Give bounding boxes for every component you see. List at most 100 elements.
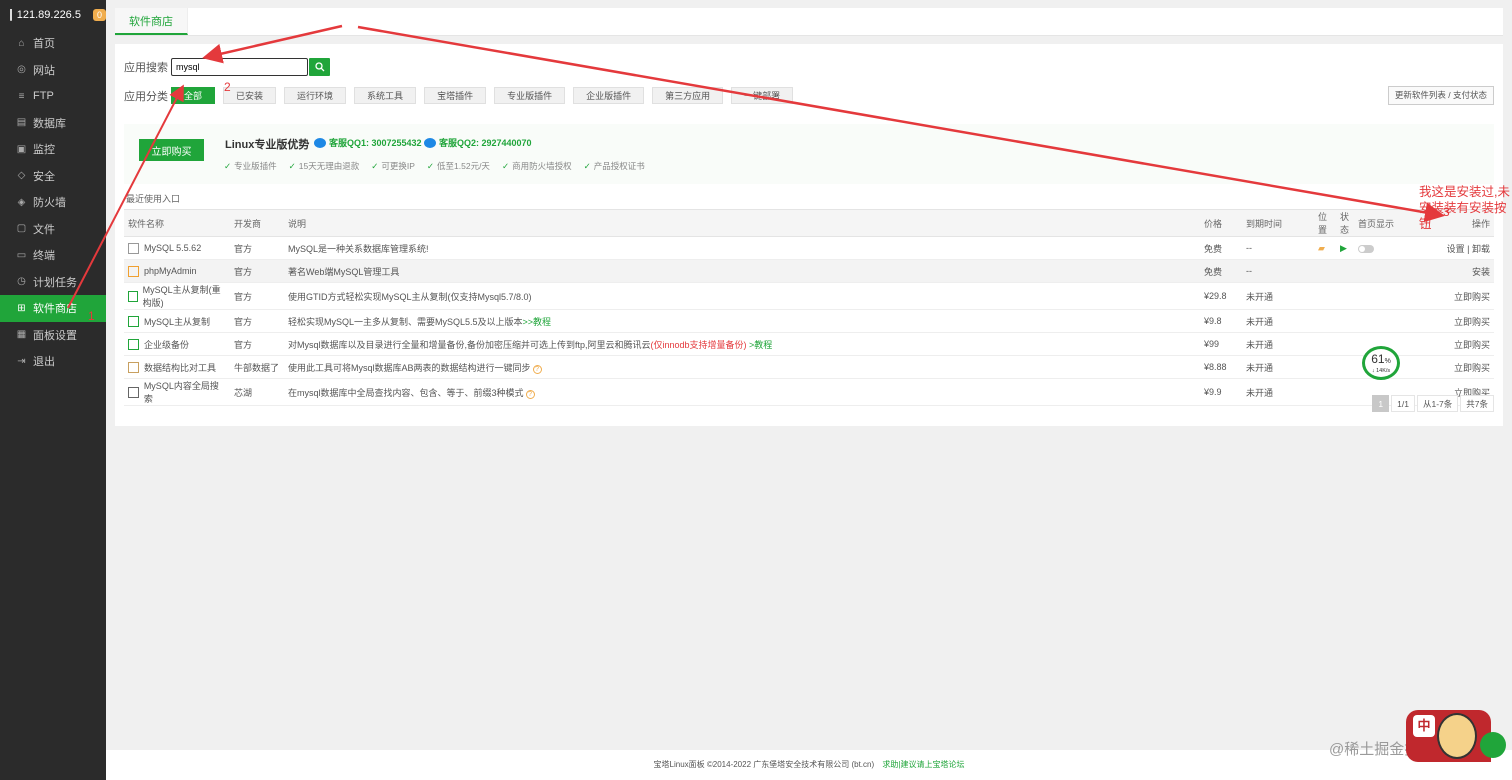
- sidebar-item-label: 防火墙: [33, 197, 66, 210]
- sidebar-item-label: 文件: [33, 223, 55, 236]
- sidebar-item-9[interactable]: ◷ 计划任务: [0, 269, 106, 296]
- row-name[interactable]: MySQL内容全局搜索: [144, 379, 226, 405]
- category-button[interactable]: 第三方应用: [652, 87, 724, 104]
- row-status: [1336, 259, 1354, 283]
- row-name[interactable]: phpMyAdmin: [144, 266, 197, 276]
- promo-banner: 立即购买 Linux专业版优势 客服QQ1: 3007255432 客服QQ2:…: [124, 124, 1494, 184]
- sidebar-item-1[interactable]: ◎ 网站: [0, 57, 106, 84]
- row-operation[interactable]: 安装: [1414, 259, 1494, 283]
- sidebar-item-7[interactable]: ▢ 文件: [0, 216, 106, 243]
- row-dev: 芯湖: [230, 378, 284, 406]
- sidebar-item-label: 退出: [33, 356, 55, 369]
- footer-copyright: 宝塔Linux面板 ©2014-2022 广东堡塔安全技术有限公司 (bt.cn…: [653, 760, 875, 769]
- server-ip: 121.89.226.5: [16, 9, 81, 21]
- row-status: [1336, 309, 1354, 333]
- perk-item: 低至1.52元/天: [427, 160, 490, 172]
- row-desc-cell: 使用GTID方式轻松实现MySQL主从复制(仅支持Mysql5.7/8.0): [284, 282, 1200, 310]
- row-price: ¥8.88: [1200, 355, 1242, 379]
- category-button[interactable]: 专业版插件: [494, 87, 566, 104]
- pagination: 1 1/1 从1-7条 共7条: [1370, 395, 1494, 412]
- tutorial-link[interactable]: >教程: [747, 340, 772, 350]
- sidebar-item-6[interactable]: ◈ 防火墙: [0, 189, 106, 216]
- row-desc: 使用GTID方式轻松实现MySQL主从复制(仅支持Mysql5.7/8.0): [288, 291, 532, 302]
- tab-software-store[interactable]: 软件商店: [115, 8, 188, 35]
- row-operation[interactable]: 立即购买: [1414, 332, 1494, 356]
- table-row: phpMyAdmin 官方 著名Web端MySQL管理工具 免费 -- 安装: [124, 259, 1494, 283]
- home-display-toggle[interactable]: [1358, 244, 1374, 253]
- category-button[interactable]: 已安装: [223, 87, 277, 104]
- buy-now-button[interactable]: 立即购买: [139, 139, 204, 161]
- qq2-text: 客服QQ2: 2927440070: [439, 138, 532, 148]
- sidebar-item-5[interactable]: ◇ 安全: [0, 163, 106, 190]
- help-icon[interactable]: ?: [525, 389, 535, 399]
- col-home: 首页显示: [1354, 209, 1414, 237]
- sidebar-item-8[interactable]: ▭ 终端: [0, 242, 106, 269]
- software-icon: [128, 386, 139, 398]
- row-desc: 使用此工具可将Mysql数据库AB两表的数据结构进行一键同步: [288, 362, 531, 373]
- category-button[interactable]: 全部: [171, 87, 216, 104]
- search-button[interactable]: [309, 58, 330, 76]
- network-gauge[interactable]: 61% ↓ 14K/s: [1362, 346, 1400, 380]
- gauge-unit: %: [1384, 357, 1391, 365]
- row-expire: 未开通: [1242, 378, 1314, 406]
- avatar-icon: [1437, 713, 1477, 759]
- folder-icon[interactable]: ▰: [1318, 243, 1325, 253]
- sidebar-item-label: 软件商店: [33, 303, 77, 316]
- row-price: 免费: [1200, 236, 1242, 260]
- row-name[interactable]: 企业级备份: [144, 338, 189, 351]
- footer-forum-link[interactable]: 求助|建议请上宝塔论坛: [882, 760, 964, 769]
- page-count: 共7条: [1460, 395, 1494, 412]
- qq-icon: [424, 137, 436, 148]
- tutorial-link[interactable]: >>教程: [523, 317, 552, 327]
- software-icon: [128, 290, 138, 302]
- ime-widget[interactable]: 中: [1406, 710, 1491, 762]
- update-list-button[interactable]: 更新软件列表 / 支付状态: [1387, 86, 1494, 105]
- sidebar-item-2[interactable]: ≡ FTP: [0, 83, 106, 110]
- row-expire: 未开通: [1242, 309, 1314, 333]
- ime-chinese-icon[interactable]: 中: [1413, 715, 1435, 737]
- gauge-percent: 61%: [1371, 353, 1391, 368]
- table-row: 企业级备份 官方 对Mysql数据库以及目录进行全量和增量备份,备份加密压缩并可…: [124, 332, 1494, 356]
- row-operation[interactable]: 立即购买: [1414, 355, 1494, 379]
- row-name[interactable]: MySQL 5.5.62: [144, 243, 201, 253]
- category-button[interactable]: 一键部署: [731, 87, 794, 104]
- category-button[interactable]: 宝塔插件: [424, 87, 487, 104]
- category-button[interactable]: 系统工具: [354, 87, 417, 104]
- qq1-link[interactable]: 客服QQ1: 3007255432: [314, 136, 422, 149]
- row-operation[interactable]: 设置 | 卸载: [1414, 236, 1494, 260]
- help-float-icon[interactable]: [1480, 732, 1506, 758]
- software-icon: [128, 265, 139, 277]
- sidebar-item-0[interactable]: ⌂ 首页: [0, 30, 106, 57]
- sidebar-item-10[interactable]: ⊞ 软件商店: [0, 295, 106, 322]
- row-desc-note: (仅innodb支持增量备份): [650, 339, 747, 350]
- sidebar-item-4[interactable]: ▣ 监控: [0, 136, 106, 163]
- search-input[interactable]: [171, 58, 308, 76]
- tab-bar: 软件商店: [115, 8, 1503, 36]
- notification-badge[interactable]: 0: [92, 9, 106, 21]
- col-name: 软件名称: [124, 209, 230, 237]
- qq2-link[interactable]: 客服QQ2: 2927440070: [424, 136, 532, 149]
- row-name[interactable]: MySQL主从复制: [144, 315, 210, 328]
- sidebar-item-11[interactable]: ▦ 面板设置: [0, 322, 106, 349]
- software-icon: [128, 315, 139, 327]
- category-button[interactable]: 企业版插件: [573, 87, 645, 104]
- row-expire: 未开通: [1242, 355, 1314, 379]
- row-operation[interactable]: 立即购买: [1414, 309, 1494, 333]
- play-icon[interactable]: ▶: [1340, 243, 1347, 253]
- row-operation[interactable]: 立即购买: [1414, 282, 1494, 310]
- category-button[interactable]: 运行环境: [284, 87, 347, 104]
- row-location: [1314, 355, 1336, 379]
- row-dev: 官方: [230, 259, 284, 283]
- row-desc-cell: 对Mysql数据库以及目录进行全量和增量备份,备份加密压缩并可选上传到ftp,阿…: [284, 332, 1200, 356]
- row-expire: 未开通: [1242, 332, 1314, 356]
- col-dev: 开发商: [230, 209, 284, 237]
- row-dev: 官方: [230, 332, 284, 356]
- sidebar-item-12[interactable]: ⇥ 退出: [0, 348, 106, 375]
- help-icon[interactable]: ?: [532, 364, 542, 374]
- page-current[interactable]: 1: [1372, 395, 1390, 412]
- row-name[interactable]: 数据结构比对工具: [144, 361, 216, 374]
- sidebar-item-3[interactable]: ▤ 数据库: [0, 110, 106, 137]
- perk-item: 可更换IP: [371, 160, 415, 172]
- row-dev: 官方: [230, 282, 284, 310]
- row-name[interactable]: MySQL主从复制(重构版): [143, 283, 226, 309]
